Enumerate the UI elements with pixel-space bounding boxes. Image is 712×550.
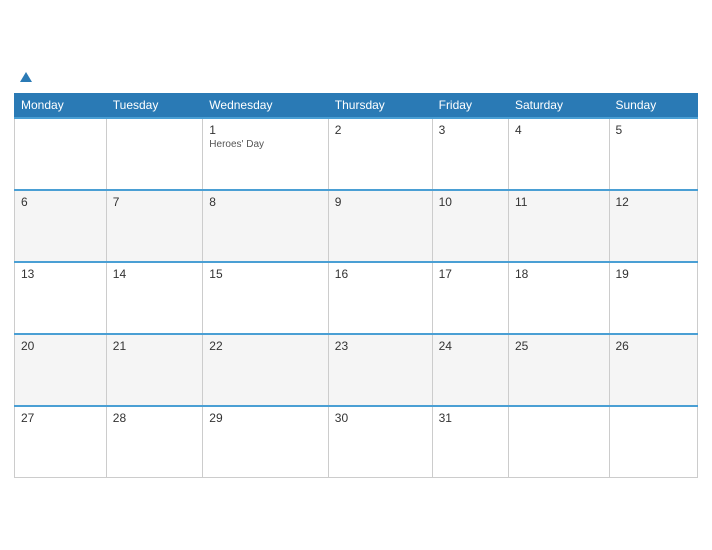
day-number: 24 <box>439 339 502 353</box>
day-number: 25 <box>515 339 603 353</box>
weekday-header: Saturday <box>508 93 609 118</box>
calendar-week-row: 27 28 29 30 31 <box>15 406 698 478</box>
day-number: 19 <box>616 267 692 281</box>
day-number: 30 <box>335 411 426 425</box>
calendar-cell: 13 <box>15 262 107 334</box>
calendar-cell: 31 <box>432 406 508 478</box>
calendar-week-row: 6789 10 11 12 <box>15 190 698 262</box>
day-number: 21 <box>113 339 197 353</box>
day-number: 13 <box>21 267 100 281</box>
day-number: 6 <box>21 195 100 209</box>
calendar-cell: 18 <box>508 262 609 334</box>
calendar-cell <box>609 406 698 478</box>
calendar-cell: 9 <box>328 190 432 262</box>
calendar-cell: 3 <box>432 118 508 190</box>
calendar-cell: 17 <box>432 262 508 334</box>
calendar-cell: 16 <box>328 262 432 334</box>
calendar-header <box>14 72 698 83</box>
calendar-cell: 29 <box>203 406 328 478</box>
day-number: 15 <box>209 267 321 281</box>
calendar-cell: 1 Heroes' Day <box>203 118 328 190</box>
calendar-week-row: 20 21 22 23 24 25 26 <box>15 334 698 406</box>
weekday-header-row: MondayTuesdayWednesdayThursdayFridaySatu… <box>15 93 698 118</box>
calendar-cell: 23 <box>328 334 432 406</box>
weekday-header: Thursday <box>328 93 432 118</box>
day-number: 1 <box>209 123 321 137</box>
day-number: 3 <box>439 123 502 137</box>
day-event: Heroes' Day <box>209 139 321 150</box>
calendar-cell: 12 <box>609 190 698 262</box>
day-number: 2 <box>335 123 426 137</box>
calendar-week-row: 1 Heroes' Day 2345 <box>15 118 698 190</box>
weekday-header: Monday <box>15 93 107 118</box>
calendar-cell: 21 <box>106 334 203 406</box>
calendar-container: MondayTuesdayWednesdayThursdayFridaySatu… <box>6 62 706 489</box>
day-number: 8 <box>209 195 321 209</box>
logo-blue-text <box>18 72 32 83</box>
calendar-cell: 28 <box>106 406 203 478</box>
calendar-cell: 2 <box>328 118 432 190</box>
day-number: 12 <box>616 195 692 209</box>
day-number: 14 <box>113 267 197 281</box>
day-number: 29 <box>209 411 321 425</box>
calendar-cell: 19 <box>609 262 698 334</box>
calendar-cell: 22 <box>203 334 328 406</box>
calendar-cell: 5 <box>609 118 698 190</box>
day-number: 23 <box>335 339 426 353</box>
day-number: 18 <box>515 267 603 281</box>
calendar-cell: 26 <box>609 334 698 406</box>
calendar-cell <box>508 406 609 478</box>
day-number: 28 <box>113 411 197 425</box>
day-number: 7 <box>113 195 197 209</box>
logo-triangle-icon <box>20 72 32 82</box>
calendar-cell: 7 <box>106 190 203 262</box>
calendar-cell: 4 <box>508 118 609 190</box>
calendar-grid: MondayTuesdayWednesdayThursdayFridaySatu… <box>14 93 698 479</box>
calendar-cell: 11 <box>508 190 609 262</box>
day-number: 9 <box>335 195 426 209</box>
day-number: 17 <box>439 267 502 281</box>
calendar-cell: 6 <box>15 190 107 262</box>
calendar-cell: 10 <box>432 190 508 262</box>
calendar-cell: 30 <box>328 406 432 478</box>
weekday-header: Tuesday <box>106 93 203 118</box>
calendar-cell: 20 <box>15 334 107 406</box>
day-number: 10 <box>439 195 502 209</box>
calendar-cell: 25 <box>508 334 609 406</box>
calendar-cell <box>106 118 203 190</box>
day-number: 20 <box>21 339 100 353</box>
weekday-header: Friday <box>432 93 508 118</box>
calendar-cell: 14 <box>106 262 203 334</box>
day-number: 5 <box>616 123 692 137</box>
day-number: 27 <box>21 411 100 425</box>
weekday-header: Sunday <box>609 93 698 118</box>
day-number: 4 <box>515 123 603 137</box>
calendar-week-row: 13 14 15 16 17 18 19 <box>15 262 698 334</box>
weekday-header: Wednesday <box>203 93 328 118</box>
logo <box>18 72 32 83</box>
calendar-cell: 8 <box>203 190 328 262</box>
day-number: 31 <box>439 411 502 425</box>
calendar-cell: 15 <box>203 262 328 334</box>
calendar-cell <box>15 118 107 190</box>
day-number: 26 <box>616 339 692 353</box>
day-number: 11 <box>515 195 603 209</box>
calendar-cell: 27 <box>15 406 107 478</box>
day-number: 16 <box>335 267 426 281</box>
calendar-cell: 24 <box>432 334 508 406</box>
day-number: 22 <box>209 339 321 353</box>
